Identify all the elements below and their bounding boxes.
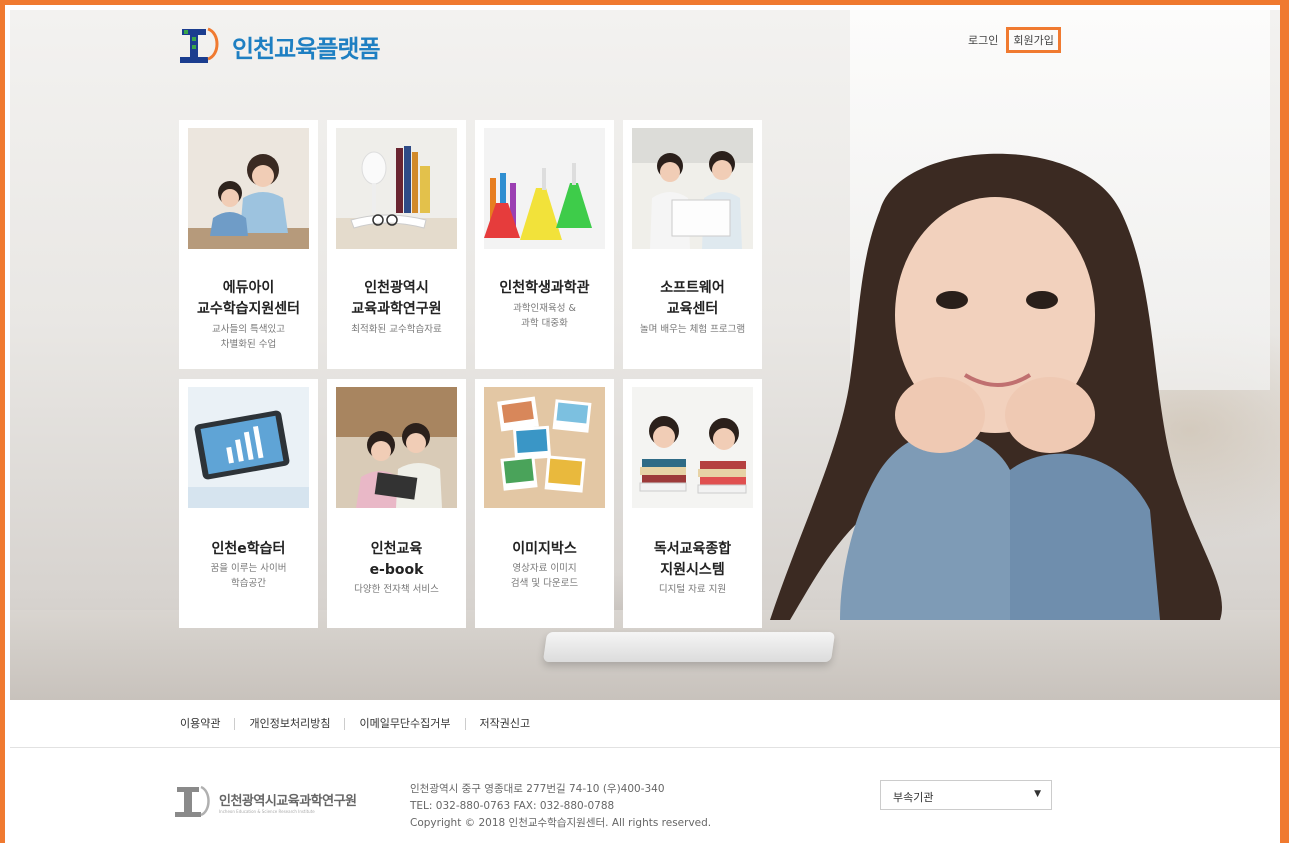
card-title: 인천교육 e-book	[369, 541, 424, 578]
card-software-center[interactable]: 소프트웨어 교육센터 놀며 배우는 체험 프로그램	[623, 120, 762, 369]
card-desc: 놀며 배우는 체험 프로그램	[639, 324, 746, 335]
card-elearning[interactable]: 인천e학습터 꿈을 이루는 사이버 학습공간	[179, 379, 318, 628]
card-title: 독서교육종합 지원시스템	[653, 541, 732, 578]
card-title: 소프트웨어 교육센터	[660, 280, 725, 317]
footer-link-terms[interactable]: 이용약관	[180, 718, 234, 730]
card-desc: 최적화된 교수학습자료	[351, 324, 442, 335]
site-logo[interactable]: 인천교육플랫폼	[176, 25, 381, 67]
card-title: 인천e학습터	[211, 541, 286, 557]
footer-copyright: Copyright © 2018 인천교수학습지원센터. All rights …	[410, 817, 712, 829]
card-image-flasks	[484, 128, 605, 249]
logo-text: 인천교육플랫폼	[232, 34, 381, 63]
card-title: 인천광역시 교육과학연구원	[351, 280, 442, 317]
footer-logo-icon	[175, 785, 210, 817]
dropdown-arrow-icon: ▼	[1034, 789, 1041, 799]
card-science-museum[interactable]: 인천학생과학관 과학인재육성 & 과학 대중화	[475, 120, 614, 369]
top-links: 로그인 회원가입	[968, 27, 1061, 53]
card-ebook[interactable]: 인천교육 e-book 다양한 전자책 서비스	[327, 379, 466, 628]
affiliate-select-value: 부속기관	[893, 791, 934, 804]
card-desc: 과학인재육성 & 과학 대중화	[513, 303, 576, 329]
service-grid: 에듀아이 교수학습지원센터 교사들의 특색있고 차별화된 수업 인천광역시 교육…	[179, 120, 762, 628]
footer-link-copyright-report[interactable]: 저작권신고	[464, 718, 545, 730]
hero-girl-image	[770, 153, 1222, 621]
footer-links-bar: 이용약관 개인정보처리방침 이메일무단수집거부 저작권신고	[10, 700, 1280, 748]
card-title: 에듀아이 교수학습지원센터	[196, 280, 301, 317]
card-title: 인천학생과학관	[499, 280, 590, 296]
card-desc: 꿈을 이루는 사이버 학습공간	[210, 563, 287, 589]
card-desc: 교사들의 특색있고 차별화된 수업	[212, 324, 285, 350]
card-image-teacher	[188, 128, 309, 249]
card-desc: 다양한 전자책 서비스	[354, 584, 439, 595]
footer-logo: 인천광역시교육과학연구원 Incheon Education & Science…	[175, 785, 357, 819]
card-reading-system[interactable]: 독서교육종합 지원시스템 디지털 자료 지원	[623, 379, 762, 628]
tablet-device	[542, 632, 836, 662]
card-desc: 디지털 자료 지원	[658, 584, 727, 595]
card-imagebox[interactable]: 이미지박스 영상자료 이미지 검색 및 다운로드	[475, 379, 614, 628]
page-frame: 인천교육플랫폼 로그인 회원가입 에듀아이 교수학습지원센터 교사들의 특색있고 차…	[0, 0, 1289, 843]
card-image-tablet-chart	[188, 387, 309, 508]
footer-address: 인천광역시 중구 영종대로 277번길 74-10 (우)400-340	[410, 783, 665, 795]
card-desc: 영상자료 이미지 검색 및 다운로드	[510, 563, 579, 589]
card-image-books	[336, 128, 457, 249]
footer-logo-text: 인천광역시교육과학연구원	[219, 794, 357, 809]
logo-icon	[180, 27, 219, 63]
card-image-photos	[484, 387, 605, 508]
footer-tel: TEL: 032-880-0763 FAX: 032-880-0788	[410, 800, 615, 812]
login-link[interactable]: 로그인	[968, 32, 998, 48]
footer-link-privacy[interactable]: 개인정보처리방침	[234, 718, 344, 730]
footer-logo-subtext: Incheon Education & Science Research Ins…	[219, 809, 315, 814]
signup-link[interactable]: 회원가입	[1006, 27, 1061, 53]
footer-info: 인천광역시 중구 영종대로 277번길 74-10 (우)400-340 TEL…	[410, 781, 711, 832]
footer-link-email-refusal[interactable]: 이메일무단수집거부	[344, 718, 464, 730]
card-image-kids-laptop	[632, 128, 753, 249]
card-research-institute[interactable]: 인천광역시 교육과학연구원 최적화된 교수학습자료	[327, 120, 466, 369]
card-image-kids-tablet	[336, 387, 457, 508]
card-image-kids-books	[632, 387, 753, 508]
card-title: 이미지박스	[512, 541, 577, 557]
footer: 인천광역시교육과학연구원 Incheon Education & Science…	[10, 749, 1280, 843]
card-eduai[interactable]: 에듀아이 교수학습지원센터 교사들의 특색있고 차별화된 수업	[179, 120, 318, 369]
affiliate-select[interactable]: 부속기관 ▼	[880, 780, 1052, 810]
